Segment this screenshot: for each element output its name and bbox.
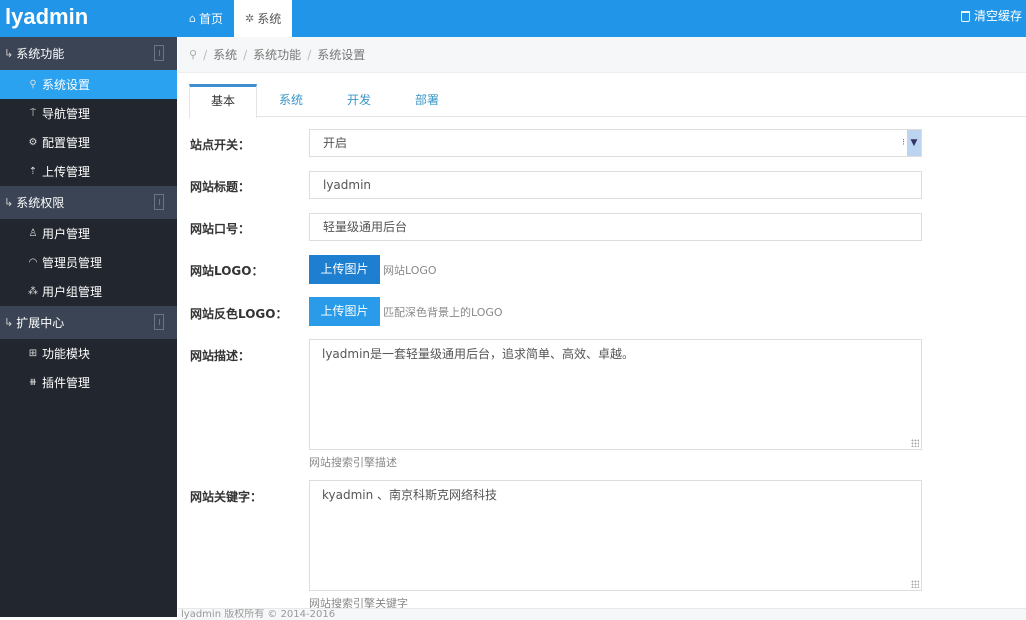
sidebar-item-label: 上传管理 <box>42 165 91 179</box>
plugin-icon: ⧻ <box>28 377 38 388</box>
breadcrumb-separator: / <box>203 47 208 62</box>
gear-icon: ✲ <box>245 11 255 25</box>
sidebar-item-plugins[interactable]: ⧻ 插件管理 <box>0 368 177 397</box>
cogs-icon: ⚙ <box>28 137 38 148</box>
sidebar-item-system-settings[interactable]: ⚲ 系统设置 <box>0 70 177 99</box>
chevron-down-icon[interactable]: ▼ <box>907 130 921 156</box>
main-content: ⚲ / 系统 / 系统功能 / 系统设置 基本 系统 开发 部署 站点开关： 开… <box>178 37 1026 620</box>
trash-icon <box>960 10 970 22</box>
sidebar-item-upload[interactable]: ⇡ 上传管理 <box>0 157 177 186</box>
grid-icon: ⊞ <box>28 348 38 359</box>
sidebar-group-system-functions[interactable]: ↳ 系统功能 <box>0 37 177 70</box>
sidebar-item-admins[interactable]: ◠ 管理员管理 <box>0 248 177 277</box>
group-arrow-icon: ↳ <box>4 47 14 60</box>
breadcrumb: ⚲ / 系统 / 系统功能 / 系统设置 <box>178 37 1026 73</box>
signpost-icon: ⍑ <box>30 108 36 119</box>
tab-basic[interactable]: 基本 <box>189 84 257 118</box>
site-keywords-value: kyadmin 、南京科斯克网络科技 <box>322 488 498 502</box>
sidebar-item-user-groups[interactable]: ⁂ 用户组管理 <box>0 277 177 306</box>
top-nav: ⌂ 首页 ✲ 系统 <box>178 0 293 37</box>
site-keywords-label: 网站关键字： <box>190 490 263 504</box>
site-switch-value: 开启 <box>323 136 348 150</box>
sidebar-group-permissions[interactable]: ↳ 系统权限 <box>0 186 177 219</box>
sidebar-group-label: 系统功能 <box>16 47 65 61</box>
admin-icon: ◠ <box>28 257 38 268</box>
location-pin-icon: ⚲ <box>189 48 198 61</box>
resize-handle[interactable] <box>911 580 919 588</box>
site-description-value: lyadmin是一套轻量级通用后台，追求简单、高效、卓越。 <box>322 347 635 361</box>
breadcrumb-item-system[interactable]: 系统 <box>213 46 237 63</box>
site-switch-label: 站点开关： <box>190 138 251 152</box>
sidebar-item-label: 用户管理 <box>42 227 91 241</box>
site-logo-hint: 网站LOGO <box>383 264 437 277</box>
sidebar-group-label: 扩展中心 <box>16 316 65 330</box>
sidebar-item-label: 系统设置 <box>42 78 91 92</box>
sidebar: ↳ 系统功能 ⚲ 系统设置 ⍑ 导航管理 ⚙ 配置管理 ⇡ 上传管理 ↳ 系统权… <box>0 37 177 617</box>
sidebar-item-label: 功能模块 <box>42 347 91 361</box>
tab-develop[interactable]: 开发 <box>325 84 393 117</box>
site-description-label: 网站描述： <box>190 349 251 363</box>
site-title-label: 网站标题： <box>190 180 251 194</box>
sidebar-item-label: 配置管理 <box>42 136 91 150</box>
site-title-input[interactable]: lyadmin <box>309 171 922 199</box>
user-group-icon: ⁂ <box>28 286 38 297</box>
sidebar-item-label: 管理员管理 <box>42 256 103 270</box>
sidebar-item-label: 导航管理 <box>42 107 91 121</box>
upload-icon: ⇡ <box>28 166 38 177</box>
top-bar: lyadmin ⌂ 首页 ✲ 系统 清空缓存 <box>0 0 1026 37</box>
sidebar-item-label: 插件管理 <box>42 376 91 390</box>
site-description-textarea[interactable]: lyadmin是一套轻量级通用后台，追求简单、高效、卓越。 <box>309 339 922 450</box>
tab-deploy[interactable]: 部署 <box>393 84 461 117</box>
user-icon: ♙ <box>28 228 38 239</box>
site-slogan-input[interactable]: 轻量级通用后台 <box>309 213 922 241</box>
collapse-toggle-icon[interactable] <box>154 45 164 61</box>
upload-inverse-logo-button[interactable]: 上传图片 <box>309 297 380 326</box>
breadcrumb-separator: / <box>307 47 312 62</box>
settings-tabs: 基本 系统 开发 部署 <box>189 84 1026 118</box>
upload-logo-button[interactable]: 上传图片 <box>309 255 380 284</box>
home-icon: ⌂ <box>189 11 196 25</box>
site-slogan-label: 网站口号： <box>190 222 251 236</box>
top-nav-system-label: 系统 <box>257 11 282 26</box>
sidebar-group-extensions[interactable]: ↳ 扩展中心 <box>0 306 177 339</box>
top-nav-home[interactable]: ⌂ 首页 <box>178 0 234 37</box>
app-logo[interactable]: lyadmin <box>0 0 177 37</box>
clear-cache-button[interactable]: 清空缓存 <box>960 0 1022 32</box>
site-description-help: 网站搜索引擎描述 <box>309 456 397 469</box>
tab-system[interactable]: 系统 <box>257 84 325 117</box>
site-logo-inverse-hint: 匹配深色背景上的LOGO <box>383 306 503 319</box>
site-keywords-textarea[interactable]: kyadmin 、南京科斯克网络科技 <box>309 480 922 591</box>
group-arrow-icon: ↳ <box>4 196 14 209</box>
breadcrumb-item-system-functions[interactable]: 系统功能 <box>253 46 301 63</box>
top-nav-system[interactable]: ✲ 系统 <box>234 0 293 37</box>
top-nav-home-label: 首页 <box>198 11 223 26</box>
resize-handle[interactable] <box>911 439 919 447</box>
site-switch-select[interactable]: 开启 ⁝ ▼ <box>309 129 922 157</box>
spinner-icon: ⁝ <box>902 138 905 148</box>
site-logo-inverse-label: 网站反色LOGO： <box>190 307 288 321</box>
wrench-icon: ⚲ <box>29 79 37 90</box>
footer: lyadmin 版权所有 © 2014-2016 <box>178 608 1026 620</box>
sidebar-group-label: 系统权限 <box>16 196 65 210</box>
breadcrumb-separator: / <box>243 47 248 62</box>
breadcrumb-item-system-settings: 系统设置 <box>317 48 366 62</box>
site-logo-label: 网站LOGO： <box>190 264 264 278</box>
group-arrow-icon: ↳ <box>4 316 14 329</box>
sidebar-item-navigation[interactable]: ⍑ 导航管理 <box>0 99 177 128</box>
collapse-toggle-icon[interactable] <box>154 314 164 330</box>
clear-cache-label: 清空缓存 <box>973 9 1022 23</box>
collapse-toggle-icon[interactable] <box>154 194 164 210</box>
sidebar-item-modules[interactable]: ⊞ 功能模块 <box>0 339 177 368</box>
sidebar-item-label: 用户组管理 <box>42 285 103 299</box>
sidebar-item-config[interactable]: ⚙ 配置管理 <box>0 128 177 157</box>
sidebar-item-users[interactable]: ♙ 用户管理 <box>0 219 177 248</box>
